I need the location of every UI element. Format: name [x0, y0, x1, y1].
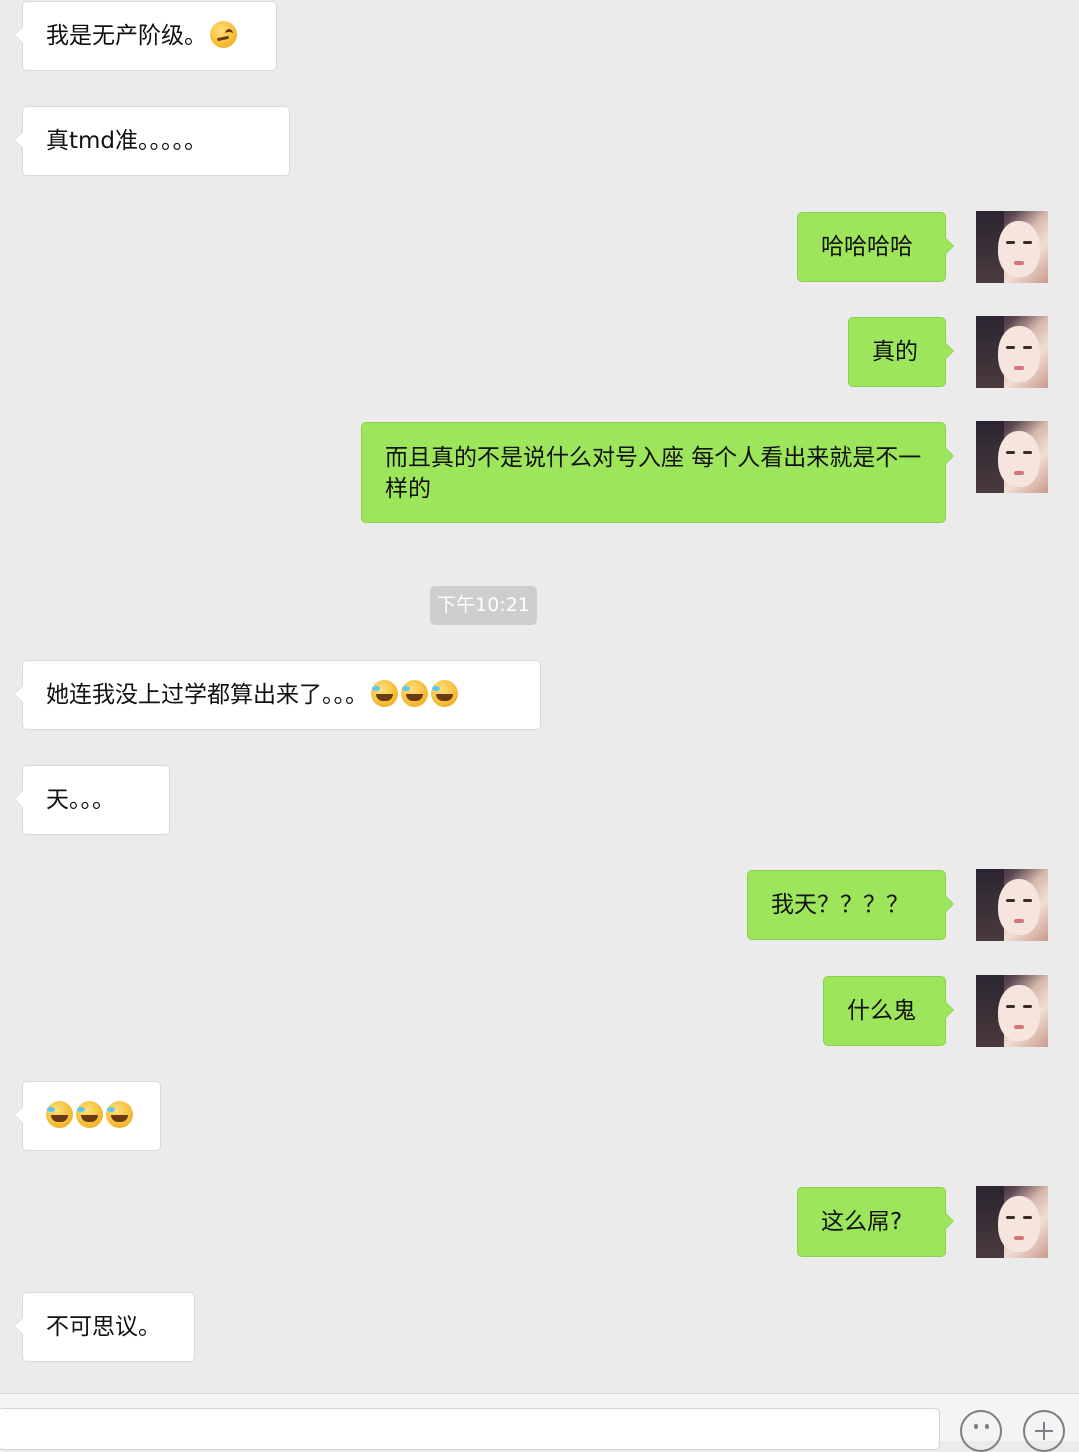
- message-text: 我天？？？？: [771, 892, 909, 918]
- plus-icon[interactable]: [1023, 1410, 1065, 1452]
- user-avatar[interactable]: [976, 211, 1048, 283]
- message-bubble[interactable]: 什么鬼: [823, 976, 954, 1046]
- avatar-face: [998, 1196, 1040, 1252]
- user-avatar[interactable]: [976, 316, 1048, 388]
- avatar-face: [998, 985, 1040, 1041]
- message-bubble[interactable]: 我是无产阶级。: [14, 1, 277, 71]
- avatar-face: [998, 879, 1040, 935]
- smirk-emoji-icon: [210, 21, 237, 48]
- laughing-crying-emoji-icon: [371, 680, 398, 707]
- message-bubble[interactable]: 这么屌?: [797, 1187, 954, 1257]
- laughing-crying-emoji-icon: [46, 1101, 73, 1128]
- user-avatar[interactable]: [976, 1186, 1048, 1258]
- message-text: 天。。。: [46, 787, 115, 813]
- message-text: 这么屌?: [821, 1209, 903, 1235]
- message-text: 哈哈哈哈: [821, 234, 913, 260]
- laughing-crying-emoji-icon: [431, 680, 458, 707]
- message-bubble[interactable]: 她连我没上过学都算出来了。。。: [14, 660, 541, 730]
- message-bubble[interactable]: 哈哈哈哈: [797, 212, 954, 282]
- message-text: 真tmd准。。。。。: [46, 128, 208, 154]
- user-avatar[interactable]: [976, 421, 1048, 493]
- laughing-crying-emoji-icon: [401, 680, 428, 707]
- chat-history[interactable]: 我是无产阶级。 真tmd准。。。。。 哈哈哈哈 真的 而且真的不是说什么对号入座…: [0, 0, 1079, 1393]
- avatar-face: [998, 431, 1040, 487]
- input-bar: [0, 1393, 1079, 1452]
- laughing-crying-emoji-icon: [76, 1101, 103, 1128]
- avatar-face: [998, 221, 1040, 277]
- message-input[interactable]: [0, 1408, 940, 1450]
- user-avatar[interactable]: [976, 869, 1048, 941]
- user-avatar[interactable]: [976, 975, 1048, 1047]
- chat-timestamp: 下午10:21: [430, 586, 537, 625]
- message-bubble[interactable]: 天。。。: [14, 765, 170, 835]
- message-bubble[interactable]: 而且真的不是说什么对号入座 每个人看出来就是不一样的: [361, 422, 954, 523]
- laughing-crying-emoji-icon: [106, 1101, 133, 1128]
- message-bubble[interactable]: 不可思议。: [14, 1292, 195, 1362]
- message-bubble[interactable]: 我天？？？？: [747, 870, 954, 940]
- message-text: 不可思议。: [46, 1314, 161, 1340]
- message-text: 她连我没上过学都算出来了。。。: [46, 682, 368, 708]
- avatar-face: [998, 326, 1040, 382]
- message-bubble[interactable]: [14, 1081, 161, 1151]
- message-bubble[interactable]: 真tmd准。。。。。: [14, 106, 290, 176]
- message-bubble[interactable]: 真的: [848, 317, 954, 387]
- smiley-icon[interactable]: [960, 1410, 1002, 1452]
- message-text: 真的: [872, 339, 918, 365]
- message-text: 什么鬼: [847, 998, 916, 1024]
- message-text: 我是无产阶级。: [46, 23, 207, 49]
- message-text: 而且真的不是说什么对号入座 每个人看出来就是不一样的: [385, 445, 922, 502]
